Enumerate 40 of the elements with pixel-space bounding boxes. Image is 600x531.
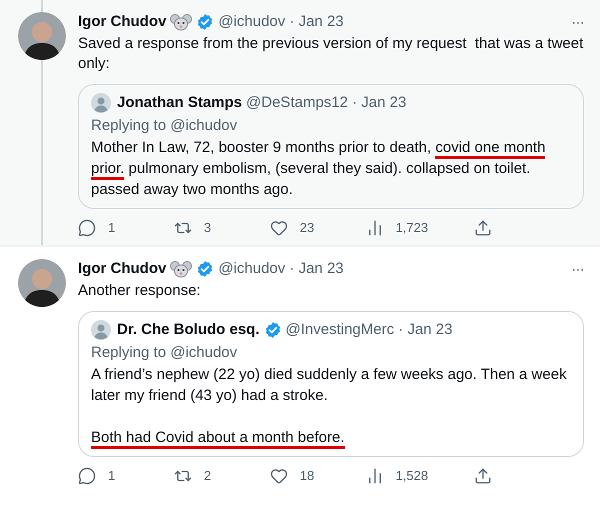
avatar[interactable] — [18, 259, 66, 307]
more-button[interactable]: ··· — [571, 14, 584, 30]
reply-icon — [78, 219, 96, 237]
more-button[interactable]: ··· — [571, 262, 584, 276]
share-icon — [474, 219, 492, 237]
quote-text: A friend’s nephew (22 yo) died suddenly a few weeks ago. Then a week later my friend (43 yo) had a stroke. — [91, 365, 568, 406]
handle-date[interactable]: @ichudov · Jan 23 — [218, 10, 344, 34]
retweet-button[interactable]: 3 — [174, 218, 224, 238]
quoted-tweet[interactable] — [78, 84, 584, 209]
share-icon — [474, 467, 492, 485]
retweet-button[interactable]: 2 — [174, 466, 224, 486]
mouse-icon — [170, 13, 192, 31]
tweet-text: Saved a response from the previous version of my request that was a tweet only: — [78, 34, 584, 74]
author-name: Jonathan Stamps — [117, 92, 242, 113]
tweet-text: Another response: — [78, 281, 202, 301]
heart-icon — [270, 467, 288, 485]
author-name[interactable]: Igor Chudov — [78, 258, 166, 280]
quote-text: Mother In Law, 72, booster 9 months prior to death, covid one month prior. pulmonary embolism, (several they said). collapsed on toilet. passed away two months ago. — [91, 138, 546, 200]
quoted-tweet[interactable] — [78, 311, 584, 457]
author-name: Dr. Che Boludo esq. — [117, 320, 260, 340]
handle-date: @InvestingMerc · Jan 23 — [286, 320, 452, 340]
handle-date: @DeStamps12 · Jan 23 — [246, 92, 406, 113]
like-button[interactable]: 23 — [270, 218, 320, 238]
verified-badge-icon — [264, 321, 282, 339]
replying-to: Replying to @ichudov — [91, 116, 238, 136]
reply-icon — [78, 467, 96, 485]
replying-to: Replying to @ichudov — [91, 343, 238, 363]
reply-button[interactable]: 1 — [78, 466, 128, 486]
views-button[interactable]: 1,528 — [366, 466, 428, 486]
verified-badge-icon — [196, 13, 214, 31]
heart-icon — [270, 219, 288, 237]
views-button[interactable]: 1,723 — [366, 218, 428, 238]
quote-text: Both had Covid about a month before. — [91, 427, 571, 448]
reply-button[interactable]: 1 — [78, 218, 128, 238]
verified-badge-icon — [196, 260, 214, 278]
author-name[interactable]: Igor Chudov — [78, 10, 166, 34]
handle-date[interactable]: @ichudov · Jan 23 — [218, 258, 344, 280]
avatar[interactable] — [18, 12, 66, 60]
mouse-icon — [170, 260, 192, 278]
like-button[interactable]: 18 — [270, 466, 320, 486]
